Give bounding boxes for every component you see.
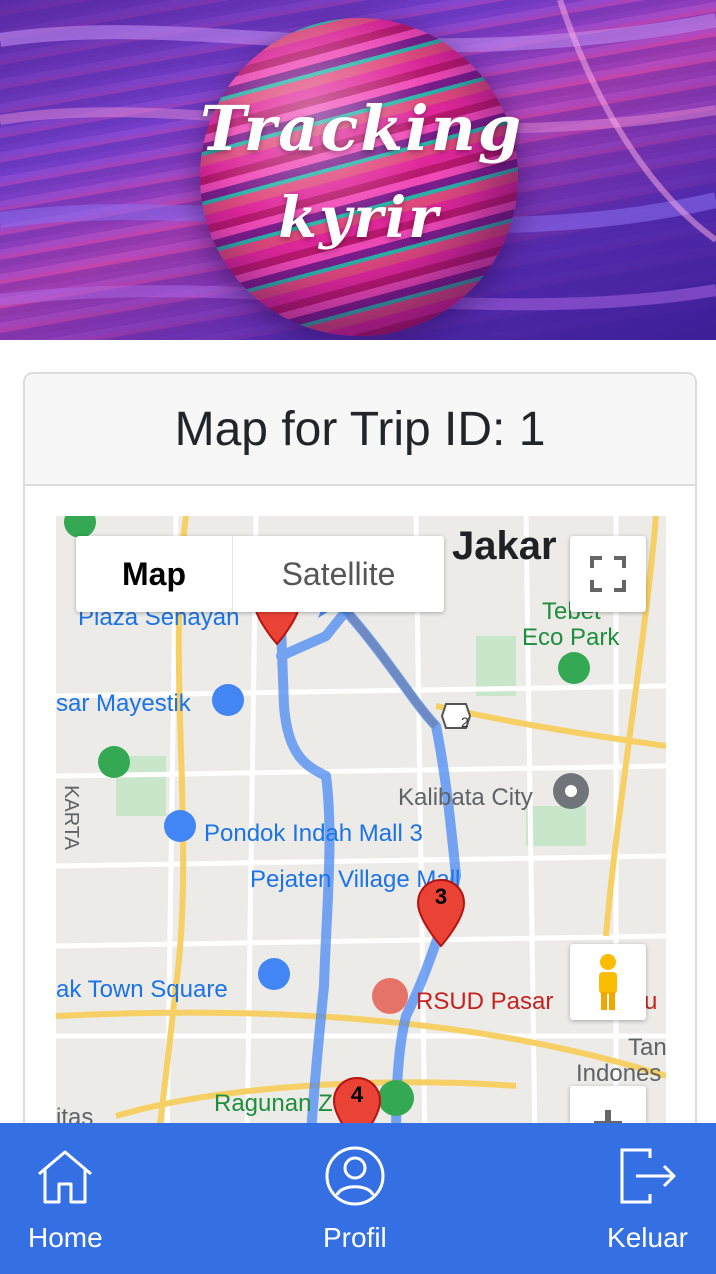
map-label-pasar-mayestik: sar Mayestik xyxy=(56,690,191,717)
nav-profile[interactable]: Profil xyxy=(323,1144,387,1254)
marker-label-4: 4 xyxy=(350,1082,364,1107)
map-label-pondok-indah-mall: Pondok Indah Mall 3 xyxy=(204,820,423,847)
map-type-satellite-button[interactable]: Satellite xyxy=(232,536,444,612)
fullscreen-icon xyxy=(590,556,626,592)
header-banner: Tracking kyrir xyxy=(0,0,716,340)
nav-home[interactable]: Home xyxy=(28,1144,103,1254)
map-label-jakarta: Jakar xyxy=(452,524,557,568)
bottom-nav: Home Profil Keluar xyxy=(0,1123,716,1274)
nav-logout[interactable]: Keluar xyxy=(607,1144,688,1254)
map-label-rsud-suffix: u xyxy=(644,988,658,1015)
user-icon xyxy=(325,1146,385,1205)
banner-title-line2: kyrir xyxy=(278,185,440,251)
nav-home-label: Home xyxy=(28,1221,103,1253)
street-view-pegman-button[interactable] xyxy=(570,944,646,1020)
map-label-indones: Indones xyxy=(576,1060,662,1087)
route-shield-number: 2 xyxy=(461,714,469,730)
card-title: Map for Trip ID: 1 xyxy=(174,402,546,456)
home-icon xyxy=(38,1150,93,1203)
app-root: Tracking kyrir Map for Trip ID: 1 Jakar … xyxy=(0,0,716,1274)
map-label-kalibata-city: Kalibata City xyxy=(398,784,533,811)
logout-icon xyxy=(620,1148,676,1203)
map-type-map-button[interactable]: Map xyxy=(76,536,232,612)
nav-profile-label: Profil xyxy=(322,1221,387,1253)
map-view[interactable]: Jakar Plaza Senayan Tebet Eco Park sar M… xyxy=(56,516,666,1216)
banner-logo-ball xyxy=(200,18,518,336)
map-label-jakarta-vertical: KARTA xyxy=(59,785,82,850)
pegman-icon xyxy=(599,954,617,1010)
map-label-tan: Tan xyxy=(628,1034,666,1061)
map-type-control: Map Satellite xyxy=(76,536,444,612)
map-label-eco-park: Eco Park xyxy=(522,624,620,651)
marker-label-3: 3 xyxy=(434,884,448,909)
fullscreen-button[interactable] xyxy=(570,536,646,612)
card-header: Map for Trip ID: 1 xyxy=(25,374,695,486)
map-label-rsud-pasar: RSUD Pasar xyxy=(416,988,554,1015)
map-label-ragunan: Ragunan Z xyxy=(214,1090,333,1117)
nav-logout-label: Keluar xyxy=(607,1221,688,1253)
map-label-town-square: ak Town Square xyxy=(56,976,228,1003)
trip-marker-3[interactable]: 3 xyxy=(416,878,466,948)
banner-title-line1: Tracking xyxy=(200,92,524,165)
